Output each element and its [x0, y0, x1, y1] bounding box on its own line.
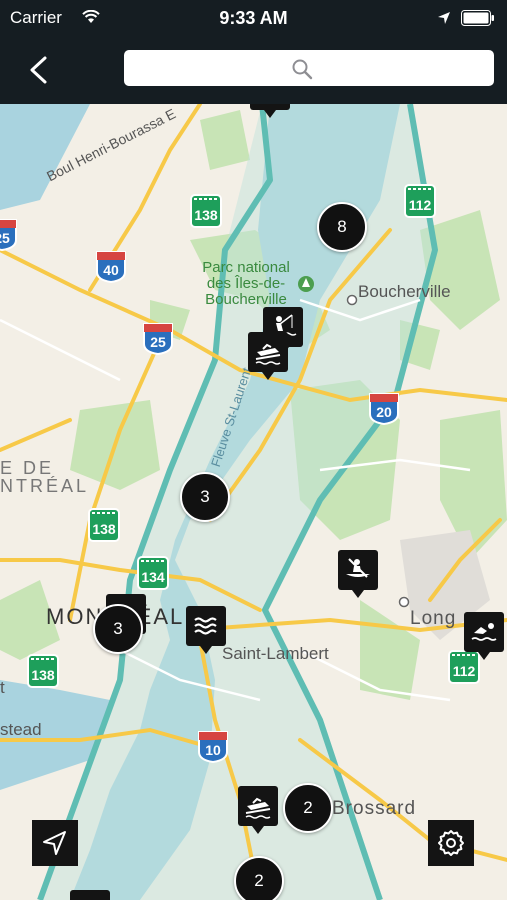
pin-partial-top[interactable]: [250, 104, 290, 118]
back-chevron-icon[interactable]: [24, 52, 54, 88]
clock: 9:33 AM: [219, 8, 288, 28]
autoroute-shield-40: 40: [95, 250, 127, 284]
pin-kayak[interactable]: [338, 550, 378, 598]
settings-button[interactable]: [428, 820, 474, 866]
search-bar[interactable]: [124, 50, 498, 88]
route-shield-138: 138: [190, 194, 222, 228]
map-base: [0, 104, 507, 900]
park-label-line-1: Parc national: [202, 259, 290, 276]
waves-icon: [194, 617, 217, 635]
cluster-marker[interactable]: 8: [317, 202, 367, 252]
gear-icon: [438, 830, 464, 856]
cluster-marker[interactable]: 2: [234, 856, 284, 900]
cluster-marker[interactable]: 3: [180, 472, 230, 522]
city-label-longueuil: Long: [410, 608, 457, 629]
city-label-boucherville: Boucherville: [358, 282, 451, 301]
pin-swimming[interactable]: [464, 612, 504, 660]
route-shield-112: 112: [404, 184, 436, 218]
region-label-2: NTRÉAL: [0, 476, 90, 496]
boat-launch-icon: [245, 797, 271, 819]
autoroute-shield-20: 20: [368, 392, 400, 426]
pin-waves[interactable]: [186, 606, 226, 654]
place-label-t: t: [0, 678, 5, 697]
navigation-arrow-icon: [43, 831, 66, 855]
kayak-icon: [346, 558, 370, 578]
park-label-line-3: Boucherville: [205, 291, 287, 308]
locate-me-button[interactable]: [32, 820, 78, 866]
city-label-brossard: Brossard: [332, 798, 417, 819]
pin-partial-bottom[interactable]: [70, 890, 110, 900]
autoroute-shield-10: 10: [197, 730, 229, 764]
route-shield-134: 134: [137, 556, 169, 590]
boat-launch-icon: [255, 343, 281, 365]
nav-bar: [0, 36, 507, 104]
swimming-icon: [471, 623, 497, 641]
autoroute-shield-25-b: 25: [142, 322, 174, 356]
location-arrow-icon: [438, 12, 450, 24]
status-bar: Carrier 9:33 AM: [0, 0, 507, 36]
cluster-marker[interactable]: 3: [93, 604, 143, 654]
park-label-line-2: des Îles-de-: [206, 275, 286, 292]
pin-boat-launch[interactable]: [248, 332, 288, 380]
route-shield-138-b: 138: [88, 508, 120, 542]
map-view[interactable]: Boul Henri-Bourassa E Parc national des …: [0, 104, 507, 900]
pin-boat-launch-2[interactable]: [238, 786, 278, 834]
autoroute-shield-25: 25: [0, 218, 18, 252]
route-shield-138-c: 138: [27, 654, 59, 688]
battery-icon: [461, 10, 494, 26]
cluster-marker[interactable]: 2: [283, 783, 333, 833]
city-label-saint-lambert: Saint-Lambert: [222, 644, 329, 663]
place-label-stead: stead: [0, 720, 42, 739]
route-shield-112-b: 112: [448, 650, 480, 684]
search-icon: [292, 59, 313, 80]
park-label: Parc national des Îles-de- Boucherville: [186, 260, 306, 308]
